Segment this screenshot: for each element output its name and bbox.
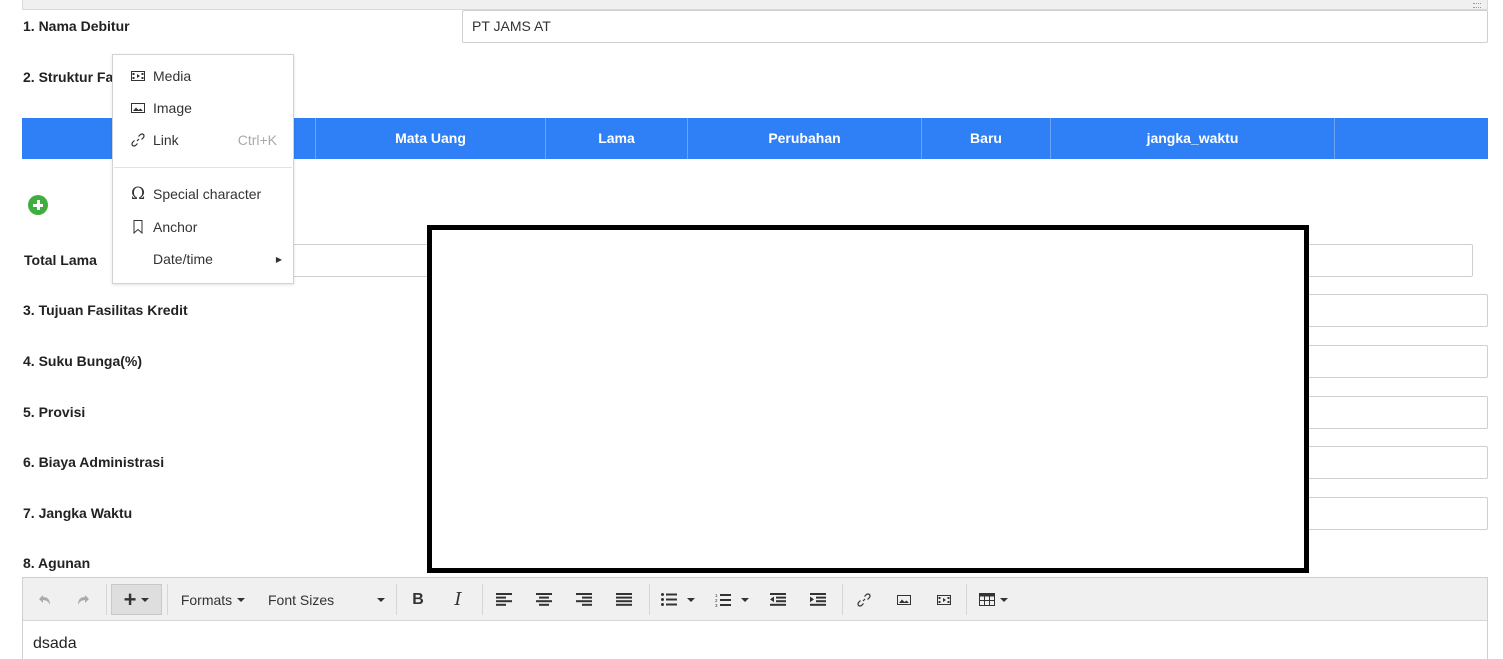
- agunan-editor: + Formats Font Sizes B I 123 dsada: [22, 577, 1488, 659]
- nama-debitur-label: 1. Nama Debitur: [23, 18, 130, 34]
- toolbar-separator: [106, 584, 107, 615]
- submenu-arrow-icon: ▶: [275, 254, 282, 264]
- numbered-list-icon: 123: [715, 593, 731, 607]
- italic-button[interactable]: I: [444, 584, 472, 615]
- omega-icon: Ω: [130, 184, 146, 204]
- biaya-administrasi-label: 6. Biaya Administrasi: [23, 454, 165, 470]
- toolbar-separator: [842, 584, 843, 615]
- link-icon: [857, 592, 871, 607]
- table-col-lama: Lama: [546, 118, 688, 159]
- table-col-mata-uang: Mata Uang: [316, 118, 546, 159]
- chevron-down-icon: [237, 597, 246, 602]
- menu-item-link[interactable]: Link Ctrl+K: [113, 125, 293, 155]
- align-justify-button[interactable]: [609, 584, 639, 615]
- menu-item-label: Media: [153, 68, 192, 84]
- align-left-icon: [496, 593, 512, 606]
- insert-button[interactable]: +: [111, 584, 162, 615]
- toolbar-separator: [966, 584, 967, 615]
- link-icon: [129, 131, 147, 149]
- formats-label: Formats: [180, 591, 233, 608]
- menu-item-label: Link: [153, 132, 179, 148]
- previous-editor-statusbar: [22, 0, 1488, 10]
- menu-item-image[interactable]: Image: [113, 93, 293, 123]
- plus-icon: +: [123, 586, 137, 612]
- bullet-list-icon: [661, 593, 677, 606]
- menu-item-label: Image: [153, 100, 192, 116]
- toolbar-separator: [167, 584, 168, 615]
- resize-grip-icon[interactable]: [1473, 3, 1481, 8]
- insert-media-button[interactable]: [930, 584, 958, 615]
- image-icon: [897, 594, 911, 605]
- formats-dropdown[interactable]: Formats: [173, 584, 253, 615]
- menu-item-special-character[interactable]: Ω Special character: [113, 179, 293, 209]
- add-row-button[interactable]: [28, 195, 48, 215]
- indent-button[interactable]: [803, 584, 833, 615]
- image-icon: [129, 99, 147, 117]
- svg-text:3: 3: [715, 603, 718, 607]
- tujuan-fasilitas-label: 3. Tujuan Fasilitas Kredit: [23, 302, 188, 318]
- insert-image-button[interactable]: [890, 584, 918, 615]
- agunan-label: 8. Agunan: [23, 555, 91, 571]
- numbered-list-button[interactable]: 123: [709, 584, 755, 615]
- bold-button[interactable]: B: [404, 584, 432, 615]
- toolbar-separator: [482, 584, 483, 615]
- provisi-label: 5. Provisi: [23, 404, 86, 420]
- suku-bunga-label: 4. Suku Bunga(%): [23, 353, 143, 369]
- chevron-down-icon: [741, 597, 749, 602]
- menu-item-shortcut: Ctrl+K: [237, 132, 277, 148]
- datetime-icon-placeholder: [129, 250, 147, 268]
- align-center-icon: [536, 593, 552, 606]
- bullet-list-button[interactable]: [655, 584, 701, 615]
- redo-button[interactable]: [69, 584, 97, 615]
- menu-item-label: Date/time: [153, 251, 213, 267]
- undo-button[interactable]: [31, 584, 59, 615]
- toolbar-separator: [396, 584, 397, 615]
- indent-icon: [810, 593, 826, 606]
- menu-separator: [114, 167, 292, 168]
- insert-link-button[interactable]: [850, 584, 878, 615]
- media-icon: [937, 594, 951, 605]
- media-icon: [129, 67, 147, 85]
- chevron-down-icon: [687, 597, 695, 602]
- font-sizes-label: Font Sizes: [268, 591, 335, 608]
- align-left-button[interactable]: [489, 584, 519, 615]
- chevron-down-icon: [141, 597, 150, 602]
- align-right-button[interactable]: [569, 584, 599, 615]
- jangka-waktu-label: 7. Jangka Waktu: [23, 505, 133, 521]
- redo-icon: [78, 594, 89, 605]
- plus-icon-vertical: [36, 200, 40, 210]
- bookmark-icon: [129, 218, 147, 236]
- struktur-fasilitas-label: 2. Struktur Fa: [23, 69, 114, 85]
- menu-item-anchor[interactable]: Anchor: [113, 212, 293, 242]
- total-lama-label: Total Lama: [24, 252, 97, 268]
- align-right-icon: [576, 593, 592, 606]
- align-justify-icon: [616, 593, 632, 606]
- font-sizes-dropdown[interactable]: Font Sizes: [263, 584, 387, 615]
- align-center-button[interactable]: [529, 584, 559, 615]
- undo-icon: [39, 594, 50, 605]
- nama-debitur-input[interactable]: PT JAMS AT: [462, 10, 1488, 43]
- table-button[interactable]: [973, 584, 1013, 615]
- redacted-region: [427, 225, 1309, 573]
- table-col-baru: Baru: [922, 118, 1051, 159]
- menu-item-label: Anchor: [153, 219, 198, 235]
- menu-item-datetime[interactable]: Date/time ▶: [113, 244, 293, 274]
- chevron-down-icon: [999, 597, 1008, 602]
- table-col-jangka-waktu: jangka_waktu: [1051, 118, 1335, 159]
- insert-menu: Media Image Link Ctrl+K Ω Special charac…: [112, 54, 294, 284]
- table-col-action: [1335, 118, 1488, 159]
- table-icon: [978, 593, 995, 606]
- menu-item-media[interactable]: Media: [113, 61, 293, 91]
- toolbar-separator: [649, 584, 650, 615]
- editor-toolbar: + Formats Font Sizes B I 123: [23, 578, 1487, 621]
- outdent-button[interactable]: [763, 584, 793, 615]
- outdent-icon: [770, 593, 786, 606]
- chevron-down-icon: [377, 597, 385, 602]
- table-col-perubahan: Perubahan: [688, 118, 922, 159]
- menu-item-label: Special character: [153, 186, 262, 202]
- editor-content-area[interactable]: dsada: [33, 635, 77, 653]
